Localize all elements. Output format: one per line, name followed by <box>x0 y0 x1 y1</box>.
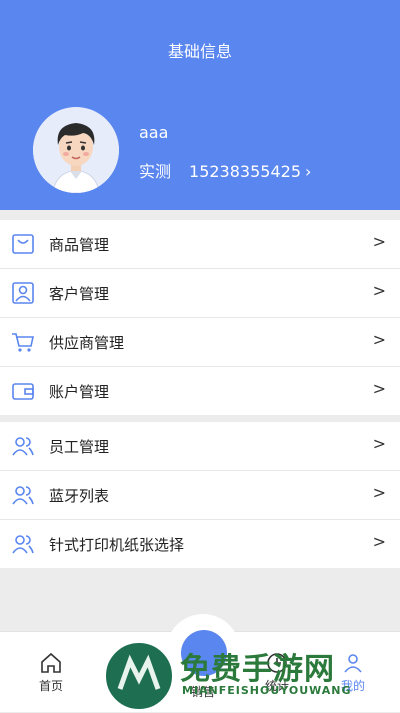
user-icon <box>341 651 365 675</box>
menu-item-label: 客户管理 <box>49 284 110 303</box>
chevron-right-icon: > <box>372 532 386 551</box>
tab-home[interactable]: 首页 <box>16 651 86 694</box>
menu-item-label: 针式打印机纸张选择 <box>49 535 185 554</box>
menu-item-label: 商品管理 <box>49 235 110 254</box>
avatar[interactable] <box>33 107 119 193</box>
menu-item-label: 供应商管理 <box>49 333 125 352</box>
role-label: 实测 <box>139 162 172 181</box>
users-icon <box>11 483 35 507</box>
watermark-subtext: MIANFEISHOUYOUWANG <box>182 684 352 697</box>
chevron-right-icon: > <box>372 330 386 349</box>
menu-item-suppliers[interactable]: 供应商管理 > <box>0 318 400 367</box>
users-icon <box>11 532 35 556</box>
cart-icon <box>11 330 35 354</box>
menu-group-management: 商品管理 > 客户管理 > 供应商管理 > 账户管理 > <box>0 220 400 415</box>
watermark-text: 免费手游网 <box>180 652 335 687</box>
menu-item-products[interactable]: 商品管理 > <box>0 220 400 269</box>
menu-item-label: 员工管理 <box>49 437 110 456</box>
menu-item-staff[interactable]: 员工管理 > <box>0 422 400 471</box>
menu-group-settings: 员工管理 > 蓝牙列表 > 针式打印机纸张选择 > <box>0 422 400 568</box>
account-row[interactable]: 实测 15238355425 › <box>139 158 311 182</box>
menu-item-printer-paper[interactable]: 针式打印机纸张选择 > <box>0 520 400 568</box>
chevron-right-icon: › <box>305 162 312 181</box>
chevron-right-icon: > <box>372 434 386 453</box>
tab-label: 首页 <box>38 679 63 693</box>
chevron-right-icon: > <box>372 379 386 398</box>
chevron-right-icon: > <box>372 281 386 300</box>
chevron-right-icon: > <box>372 232 386 251</box>
chevron-right-icon: > <box>372 483 386 502</box>
wallet-icon <box>11 379 35 403</box>
users-icon <box>11 434 35 458</box>
menu-item-label: 蓝牙列表 <box>49 486 110 505</box>
home-icon <box>39 651 63 675</box>
phone-number: 15238355425 <box>189 162 301 181</box>
menu-item-label: 账户管理 <box>49 382 110 401</box>
username: aaa <box>139 123 169 142</box>
shopping-bag-icon <box>11 232 35 256</box>
page-title: 基础信息 <box>167 42 232 61</box>
menu-item-bluetooth[interactable]: 蓝牙列表 > <box>0 471 400 520</box>
menu-item-customers[interactable]: 客户管理 > <box>0 269 400 318</box>
watermark-logo <box>103 640 175 712</box>
contact-card-icon <box>11 281 35 305</box>
menu-item-accounts[interactable]: 账户管理 > <box>0 367 400 415</box>
